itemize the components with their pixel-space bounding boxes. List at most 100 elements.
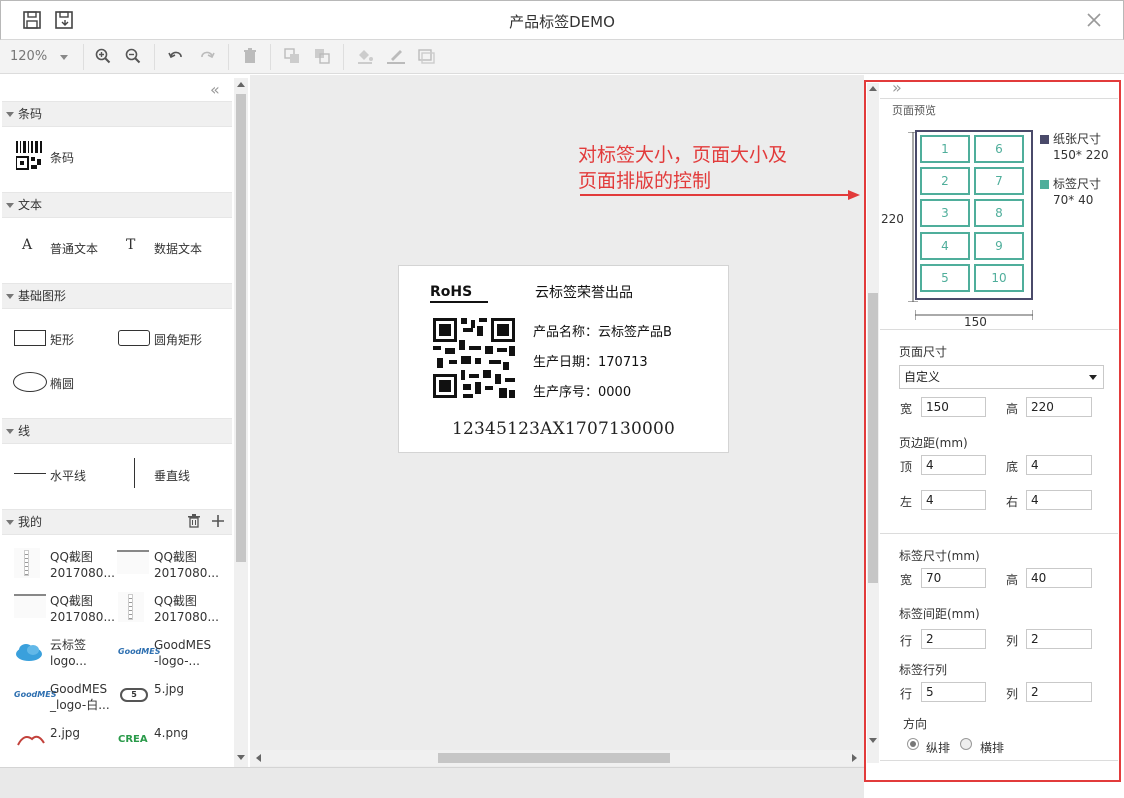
mine-item-10[interactable]: 4.png — [154, 726, 188, 740]
panel-scrollbar[interactable] — [867, 83, 879, 763]
delete-icon[interactable] — [241, 47, 259, 68]
mine-item-7[interactable]: GoodMES _logo-白... — [50, 681, 110, 713]
cols-input[interactable]: 2 — [1026, 682, 1092, 702]
close-icon[interactable] — [1084, 10, 1104, 30]
mine-item-8[interactable]: 5.jpg — [154, 682, 184, 696]
label-slogan[interactable]: 云标签荣誉出品 — [535, 282, 633, 302]
scroll-up-icon[interactable] — [869, 86, 877, 91]
radio-horizontal[interactable] — [960, 738, 972, 750]
scroll-thumb[interactable] — [236, 94, 246, 562]
scroll-right-icon[interactable] — [852, 754, 857, 762]
text-a-icon[interactable]: A — [22, 237, 32, 253]
palette-scrollbar[interactable] — [234, 78, 248, 768]
expand-icon[interactable]: » — [892, 78, 902, 97]
scroll-thumb[interactable] — [868, 293, 878, 583]
palette-item-barcode[interactable]: 条码 — [50, 149, 74, 166]
thumbnail-image[interactable] — [117, 550, 149, 574]
vertical-line-icon[interactable] — [134, 458, 135, 488]
add-icon[interactable] — [211, 514, 225, 531]
scroll-up-icon[interactable] — [237, 82, 245, 87]
mine-item-9[interactable]: 2.jpg — [50, 726, 80, 740]
zoom-select[interactable]: 120% — [10, 46, 72, 68]
line-color-icon[interactable] — [386, 47, 406, 68]
horizontal-line-icon[interactable] — [14, 473, 46, 474]
divider — [880, 329, 1118, 330]
text-t-icon[interactable]: T — [126, 237, 135, 253]
preview-cell: 5 — [920, 264, 970, 292]
send-back-icon[interactable] — [313, 47, 331, 68]
label-product-name[interactable]: 产品名称：云标签产品B — [533, 321, 672, 340]
direction-horizontal-label[interactable]: 横排 — [980, 739, 1004, 756]
fill-color-icon[interactable] — [356, 47, 374, 68]
palette-item-ellipse[interactable]: 椭圆 — [50, 375, 74, 392]
thumbnail-image[interactable] — [118, 592, 144, 622]
label-serial-number[interactable]: 生产序号：0000 — [533, 381, 631, 400]
left-margin-input[interactable]: 4 — [921, 490, 986, 510]
palette-item-plain-text[interactable]: 普通文本 — [50, 240, 98, 257]
rows-input[interactable]: 5 — [921, 682, 986, 702]
scroll-down-icon[interactable] — [869, 738, 877, 743]
palette-item-rounded-rect[interactable]: 圆角矩形 — [154, 331, 202, 348]
toolbar-divider — [83, 44, 84, 70]
direction-vertical-label[interactable]: 纵排 — [926, 739, 950, 756]
shadow-icon[interactable] — [417, 47, 435, 68]
rectangle-icon[interactable] — [14, 330, 46, 346]
redo-icon[interactable] — [198, 47, 216, 68]
barcode-icon[interactable] — [15, 141, 44, 174]
thumbnail-image[interactable] — [14, 594, 46, 618]
canvas-horizontal-scrollbar[interactable] — [250, 750, 864, 766]
palette-item-hline[interactable]: 水平线 — [50, 467, 86, 484]
thumbnail-image[interactable] — [14, 548, 40, 578]
annotation-arrow — [580, 188, 865, 202]
palette-item-vline[interactable]: 垂直线 — [154, 467, 190, 484]
undo-icon[interactable] — [167, 47, 185, 68]
scroll-down-icon[interactable] — [237, 755, 245, 760]
gap-row-input[interactable]: 2 — [921, 629, 986, 649]
rounded-rectangle-icon[interactable] — [118, 330, 150, 346]
mine-item-5[interactable]: 云标签 logo... — [50, 637, 87, 669]
mine-item-3[interactable]: QQ截图 2017080... — [50, 593, 115, 625]
page-width-input[interactable]: 150 — [921, 397, 986, 417]
section-lines[interactable]: 线 — [2, 418, 232, 444]
image-thumbnail[interactable] — [16, 733, 46, 747]
height-dimension-label: 220 — [881, 212, 904, 226]
zoom-in-icon[interactable] — [94, 47, 112, 68]
paper-legend: 纸张尺寸 150* 220 — [1053, 132, 1109, 162]
rohs-mark[interactable]: RoHS — [430, 283, 488, 303]
mine-item-4[interactable]: QQ截图 2017080... — [154, 593, 219, 625]
page-height-input[interactable]: 220 — [1026, 397, 1092, 417]
section-shapes[interactable]: 基础图形 — [2, 283, 232, 309]
divider — [880, 98, 1118, 99]
cloud-logo-thumbnail[interactable] — [14, 642, 44, 662]
label-height-input[interactable]: 40 — [1026, 568, 1092, 588]
label-legend-swatch — [1040, 180, 1049, 189]
bring-front-icon[interactable] — [283, 47, 301, 68]
qr-code-icon[interactable] — [433, 318, 515, 398]
scroll-thumb[interactable] — [438, 753, 670, 763]
radio-vertical[interactable] — [907, 738, 919, 750]
width-dimension-label: 150 — [964, 315, 987, 329]
ellipse-icon[interactable] — [13, 372, 47, 392]
page-size-select[interactable]: 自定义 — [899, 365, 1104, 389]
mine-item-1[interactable]: QQ截图 2017080... — [50, 549, 115, 581]
top-margin-input[interactable]: 4 — [921, 455, 986, 475]
bottom-margin-input[interactable]: 4 — [1026, 455, 1092, 475]
scroll-left-icon[interactable] — [256, 754, 261, 762]
zoom-out-icon[interactable] — [124, 47, 142, 68]
gap-col-input[interactable]: 2 — [1026, 629, 1092, 649]
crea-logo-thumbnail[interactable]: CREA — [118, 734, 148, 745]
trash-icon[interactable] — [187, 514, 201, 531]
image-thumbnail[interactable]: 5 — [120, 688, 148, 702]
label-production-date[interactable]: 生产日期：170713 — [533, 351, 648, 370]
collapse-icon[interactable]: « — [210, 80, 220, 99]
section-text[interactable]: 文本 — [2, 192, 232, 218]
label-barcode-number[interactable]: 12345123AX1707130000 — [452, 419, 675, 439]
palette-item-rect[interactable]: 矩形 — [50, 331, 74, 348]
toolbar-divider — [154, 44, 155, 70]
section-barcode[interactable]: 条码 — [2, 101, 232, 127]
mine-item-2[interactable]: QQ截图 2017080... — [154, 549, 219, 581]
mine-item-6[interactable]: GoodMES -logo-... — [154, 637, 211, 669]
palette-item-data-text[interactable]: 数据文本 — [154, 240, 202, 257]
label-width-input[interactable]: 70 — [921, 568, 986, 588]
right-margin-input[interactable]: 4 — [1026, 490, 1092, 510]
